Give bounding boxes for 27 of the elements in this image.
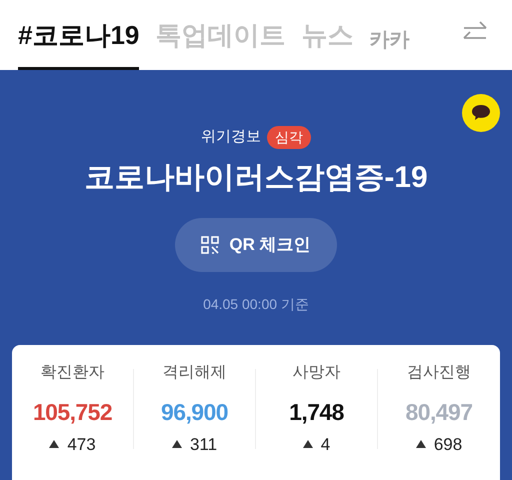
stat-value: 80,497 [406, 398, 472, 427]
stat-value: 96,900 [161, 398, 228, 427]
stat-value: 105,752 [32, 398, 112, 427]
up-triangle-icon [416, 440, 426, 448]
alert-label: 위기경보 [201, 127, 261, 148]
alert-level-badge: 심각 [267, 126, 311, 149]
up-triangle-icon [172, 440, 182, 448]
tab[interactable]: 카카 [369, 25, 410, 70]
stat-delta: 311 [190, 434, 218, 456]
tab[interactable]: #코로나19 [18, 16, 140, 70]
qr-checkin-button[interactable]: QR 체크인 [175, 218, 337, 272]
stat-delta: 473 [67, 434, 96, 456]
up-triangle-icon [49, 440, 60, 448]
stat-label: 격리해제 [162, 363, 226, 383]
stat-delta: 4 [320, 434, 330, 456]
page-title: 코로나바이러스감염증-19 [84, 160, 428, 196]
tab[interactable]: 톡업데이트 [155, 16, 286, 70]
stat-label: 확진환자 [40, 363, 104, 383]
qr-code-icon [201, 236, 220, 254]
stat-value: 1,748 [289, 398, 344, 427]
up-triangle-icon [302, 440, 313, 448]
tab[interactable]: 뉴스 [301, 16, 354, 70]
stat-delta: 698 [434, 434, 462, 456]
stat-label: 사망자 [292, 363, 340, 383]
stat-label: 검사진행 [407, 363, 471, 383]
timestamp: 04.05 00:00 기준 [203, 295, 309, 314]
chat-bubble-icon[interactable] [462, 94, 500, 132]
